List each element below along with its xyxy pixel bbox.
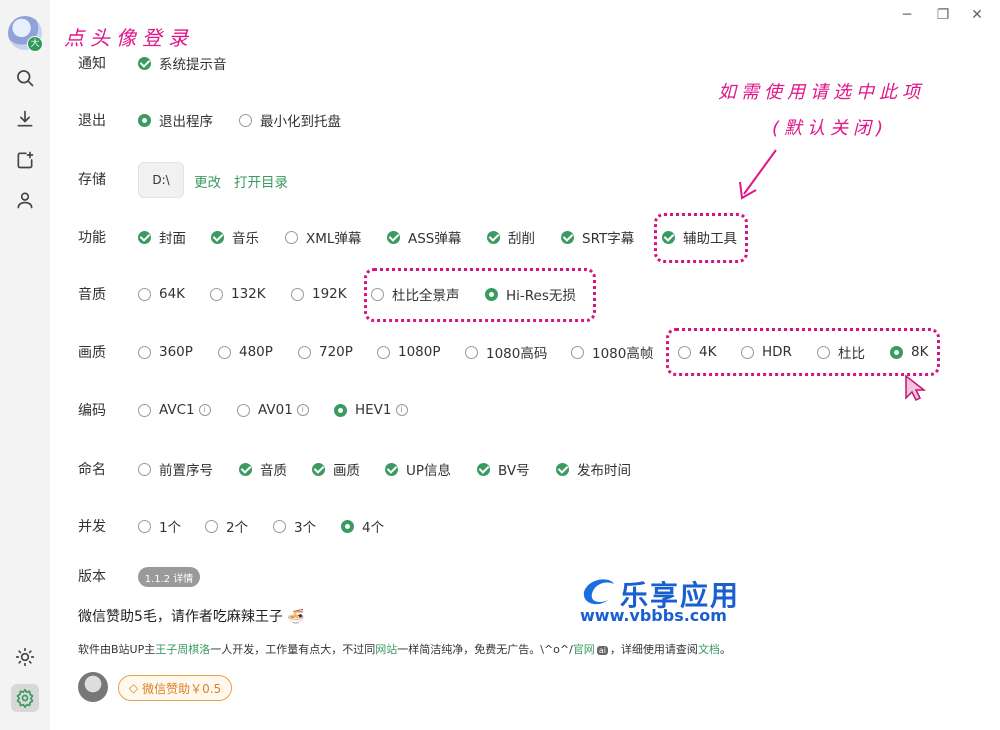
nav-user[interactable] <box>11 186 39 214</box>
concurrency-2-radio[interactable]: 2个 <box>205 516 248 536</box>
nav-download[interactable] <box>11 105 39 133</box>
logo-swirl-icon <box>583 579 614 605</box>
ai-badge: ai <box>596 646 608 655</box>
sun-icon <box>15 647 35 667</box>
search-icon <box>17 70 34 87</box>
audio-192k-radio[interactable]: 192K <box>291 284 347 304</box>
video-1080-highfps-radio[interactable]: 1080高帧 <box>571 342 653 362</box>
naming-bv-checkbox[interactable]: BV号 <box>477 459 530 479</box>
change-dir-link[interactable]: 更改 <box>194 171 221 191</box>
official-link[interactable]: 官网 <box>573 643 595 656</box>
feature-ass-danmaku-checkbox[interactable]: ASS弹幕 <box>387 227 461 247</box>
video-highlight <box>666 328 940 376</box>
nav-search[interactable] <box>11 64 39 92</box>
audio-132k-radio[interactable]: 132K <box>210 284 266 304</box>
notify-label: 通知 <box>78 56 106 72</box>
naming-label: 命名 <box>78 462 106 478</box>
add-file-icon <box>17 151 34 169</box>
noodle-emoji-icon: 🍜 <box>287 609 305 625</box>
docs-link[interactable]: 文档 <box>698 643 720 656</box>
video-1080-highbit-radio[interactable]: 1080高码 <box>465 342 547 362</box>
feature-music-checkbox[interactable]: 音乐 <box>211 227 259 247</box>
naming-video-checkbox[interactable]: 画质 <box>312 459 360 479</box>
version-label: 版本 <box>78 569 106 585</box>
audio-label: 音质 <box>78 287 106 303</box>
system-sound-checkbox[interactable]: 系统提示音 <box>138 53 227 73</box>
restore-button[interactable]: ❐ <box>932 4 954 26</box>
watermark-url: www.vbbbs.com <box>580 606 727 625</box>
tool-hint-default-annotation: (默认关闭) <box>772 118 889 139</box>
donate-text: 微信赞助5毛，请作者吃麻辣王子 🍜 <box>78 609 305 625</box>
naming-audio-checkbox[interactable]: 音质 <box>239 459 287 479</box>
feature-srt-checkbox[interactable]: SRT字幕 <box>561 227 634 247</box>
gear-icon <box>16 688 34 708</box>
feature-cover-checkbox[interactable]: 封面 <box>138 227 186 247</box>
video-label: 画质 <box>78 345 106 361</box>
naming-publish-time-checkbox[interactable]: 发布时间 <box>556 459 631 479</box>
author-link[interactable]: 王子周棋洛 <box>155 643 210 656</box>
concurrency-label: 并发 <box>78 519 106 535</box>
wechat-donate-button[interactable]: ◇ 微信赞助￥0.5 <box>118 675 232 701</box>
feature-xml-danmaku-checkbox[interactable]: XML弹幕 <box>285 227 361 247</box>
download-icon <box>17 110 33 127</box>
nav-theme[interactable] <box>11 643 39 671</box>
concurrency-3-radio[interactable]: 3个 <box>273 516 316 536</box>
codec-label: 编码 <box>78 403 106 419</box>
feature-scrape-checkbox[interactable]: 刮削 <box>487 227 535 247</box>
video-360p-radio[interactable]: 360P <box>138 342 193 362</box>
site-link[interactable]: 网站 <box>375 643 397 656</box>
nav-add-file[interactable] <box>11 146 39 174</box>
avatar-badge: 大 <box>27 36 43 52</box>
naming-up-info-checkbox[interactable]: UP信息 <box>385 459 451 479</box>
user-icon <box>17 192 33 209</box>
storage-label: 存储 <box>78 172 106 188</box>
diamond-icon: ◇ <box>128 681 139 695</box>
concurrency-4-radio[interactable]: 4个 <box>341 516 384 536</box>
video-720p-radio[interactable]: 720P <box>298 342 353 362</box>
storage-dir-button[interactable]: D:\ <box>138 162 184 198</box>
video-1080p-radio[interactable]: 1080P <box>377 342 441 362</box>
login-hint-annotation: 点头像登录 <box>64 26 194 50</box>
arrow-annotation <box>739 149 777 200</box>
audio-64k-radio[interactable]: 64K <box>138 284 185 304</box>
exit-program-radio[interactable]: 退出程序 <box>138 110 213 130</box>
author-avatar <box>78 672 108 702</box>
close-button[interactable]: ✕ <box>966 4 988 26</box>
cursor-icon <box>905 374 926 402</box>
info-icon[interactable]: i <box>296 404 309 416</box>
version-badge[interactable]: 1.1.2 详情 <box>138 567 200 587</box>
open-dir-link[interactable]: 打开目录 <box>234 171 288 191</box>
audio-highlight <box>364 268 596 322</box>
minimize-button[interactable]: ─ <box>896 4 918 26</box>
codec-hev1-radio[interactable]: HEV1 i <box>334 400 408 420</box>
nav-settings[interactable] <box>11 684 39 712</box>
codec-avc1-radio[interactable]: AVC1 i <box>138 400 211 420</box>
info-icon[interactable]: i <box>198 404 211 416</box>
watermark-logo: 乐享应用 www.vbbbs.com <box>580 572 750 626</box>
helper-tools-highlight <box>654 213 748 263</box>
info-icon[interactable]: i <box>395 404 408 416</box>
tool-hint-annotation: 如需使用请选中此项 <box>718 82 925 103</box>
codec-av01-radio[interactable]: AV01 i <box>237 400 309 420</box>
concurrency-1-radio[interactable]: 1个 <box>138 516 181 536</box>
minimize-tray-radio[interactable]: 最小化到托盘 <box>239 110 341 130</box>
naming-index-checkbox[interactable]: 前置序号 <box>138 459 213 479</box>
video-480p-radio[interactable]: 480P <box>218 342 273 362</box>
footer-text: 软件由B站UP主王子周棋洛一人开发，工作量有点大，不过同网站一样简洁纯净，免费无… <box>78 643 731 656</box>
features-label: 功能 <box>78 230 106 246</box>
sidebar: 大 <box>0 0 50 730</box>
exit-label: 退出 <box>78 113 106 129</box>
